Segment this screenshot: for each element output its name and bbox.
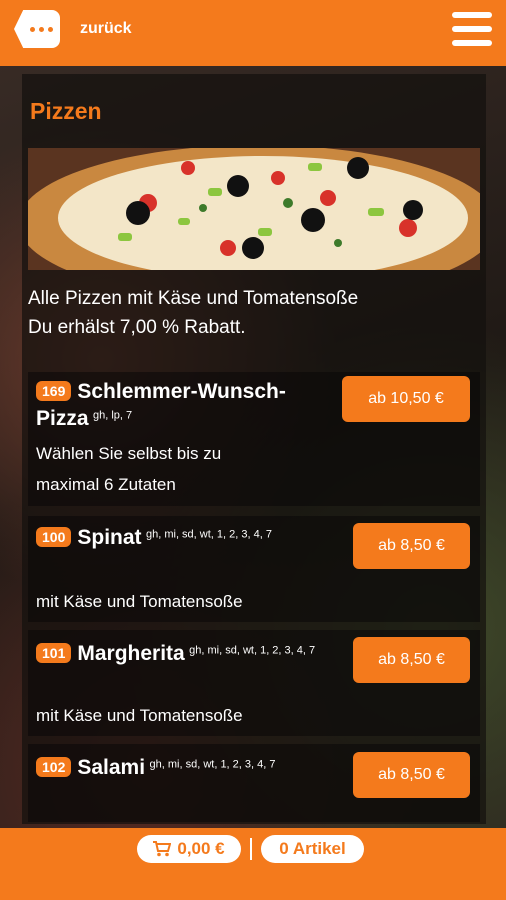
- back-label[interactable]: zurück: [80, 20, 132, 38]
- item-name: Salami: [77, 756, 146, 779]
- menu-item[interactable]: 101 Margherita gh, mi, sd, wt, 1, 2, 3, 4…: [28, 630, 480, 736]
- category-description: Alle Pizzen mit Käse und Tomatensoße Du …: [28, 284, 478, 342]
- pizza-image: [28, 148, 480, 270]
- article-count-button[interactable]: 0 Artikel: [261, 835, 364, 863]
- app-header: zurück: [0, 0, 506, 66]
- description-line: Du erhälst 7,00 % Rabatt.: [28, 317, 246, 338]
- price-button[interactable]: ab 10,50 €: [342, 376, 470, 422]
- category-panel: Pizzen Alle Pizzen mit Käse und Tomatens…: [22, 74, 486, 824]
- item-allergens: gh, mi, sd, wt, 1, 2, 3, 4, 7: [145, 528, 272, 541]
- item-number-badge: 169: [36, 381, 72, 401]
- menu-item[interactable]: 169 Schlemmer-Wunsch-Pizza gh, lp, 7 Wähl…: [28, 372, 480, 506]
- item-number-badge: 102: [36, 757, 72, 777]
- item-title: 100 Spinat gh, mi, sd, wt, 1, 2, 3, 4, 7: [36, 524, 326, 551]
- menu-item[interactable]: 100 Spinat gh, mi, sd, wt, 1, 2, 3, 4, 7 …: [28, 516, 480, 622]
- footer-divider: [250, 838, 252, 860]
- item-allergens: gh, mi, sd, wt, 1, 2, 3, 4, 7: [189, 644, 316, 657]
- cart-total-button[interactable]: 0,00 €: [137, 835, 241, 863]
- item-name: Spinat: [77, 526, 142, 549]
- item-name: Margherita: [77, 642, 185, 665]
- item-description-line: mit Käse und Tomatensoße: [36, 706, 243, 725]
- item-title: 169 Schlemmer-Wunsch-Pizza gh, lp, 7: [36, 378, 326, 432]
- item-number-badge: 101: [36, 643, 72, 663]
- item-allergens: gh, lp, 7: [92, 409, 133, 422]
- item-description: Wählen Sie selbst bis zu maximal 6 Zutat…: [36, 438, 316, 500]
- category-title: Pizzen: [30, 98, 102, 124]
- cart-footer: 0,00 € 0 Artikel: [0, 828, 506, 900]
- item-description: mit Käse und Tomatensoße: [36, 586, 316, 617]
- menu-item[interactable]: 102 Salami gh, mi, sd, wt, 1, 2, 3, 4, 7 …: [28, 744, 480, 822]
- price-button[interactable]: ab 8,50 €: [353, 637, 470, 683]
- price-button[interactable]: ab 8,50 €: [353, 752, 470, 798]
- item-title: 102 Salami gh, mi, sd, wt, 1, 2, 3, 4, 7: [36, 754, 326, 781]
- article-count: 0 Artikel: [279, 839, 346, 858]
- item-title: 101 Margherita gh, mi, sd, wt, 1, 2, 3, 4…: [36, 640, 326, 667]
- item-number-badge: 100: [36, 527, 72, 547]
- item-description-line: Wählen Sie selbst bis zu: [36, 444, 222, 463]
- item-description-line: mit Käse und Tomatensoße: [36, 592, 243, 611]
- item-allergens: gh, mi, sd, wt, 1, 2, 3, 4, 7: [149, 758, 276, 771]
- cart-icon: [153, 841, 172, 857]
- item-description: mit Käse und Tomatensoße: [36, 700, 316, 731]
- hamburger-menu-icon[interactable]: [452, 12, 492, 46]
- cart-total: 0,00 €: [177, 839, 225, 858]
- item-name: Schlemmer-Wunsch-Pizza: [36, 380, 286, 430]
- back-icon[interactable]: [14, 10, 60, 48]
- item-description-line: maximal 6 Zutaten: [36, 475, 176, 494]
- description-line: Alle Pizzen mit Käse und Tomatensoße: [28, 288, 359, 309]
- price-button[interactable]: ab 8,50 €: [353, 523, 470, 569]
